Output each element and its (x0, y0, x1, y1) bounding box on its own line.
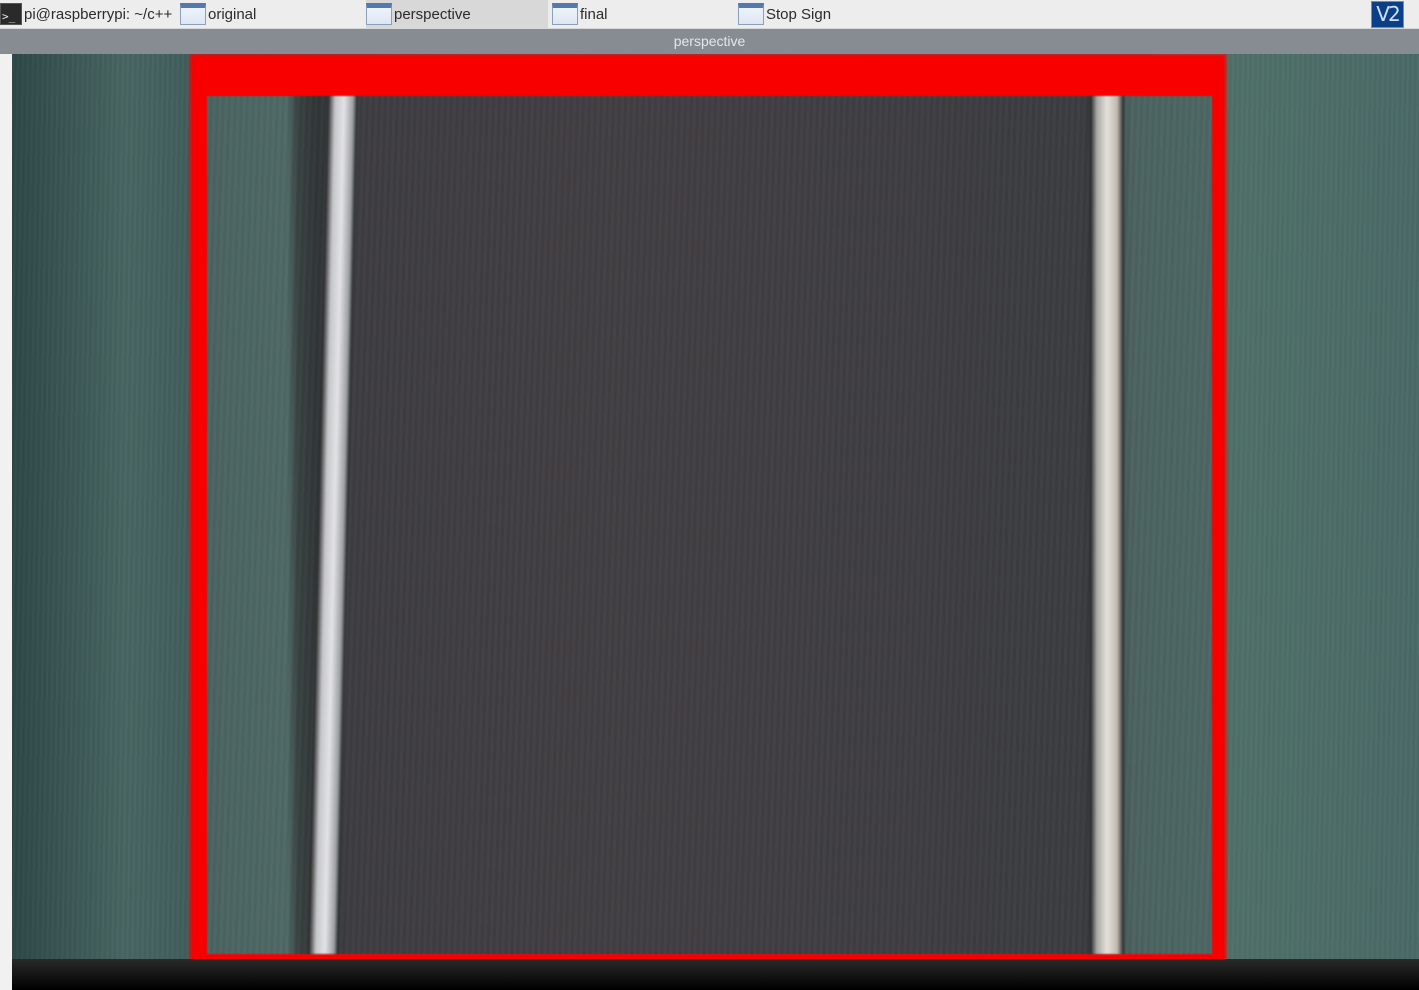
taskbar-item-label: perspective (394, 5, 471, 23)
window-icon (180, 3, 206, 25)
road-surface (207, 96, 1212, 954)
window-icon (738, 3, 764, 25)
taskbar: >_ pi@raspberrypi: ~/c++ original perspe… (0, 0, 1419, 29)
terminal-icon: >_ (0, 3, 22, 25)
right-lane-line (1090, 96, 1124, 954)
window-left-border (0, 54, 12, 990)
window-titlebar[interactable]: perspective (0, 29, 1419, 54)
window-client-area (0, 54, 1419, 990)
taskbar-item-label: Stop Sign (766, 5, 832, 23)
window-title: perspective (673, 33, 746, 49)
bottom-shadow (12, 959, 1419, 990)
taskbar-item-label: pi@raspberrypi: ~/c++ (24, 5, 173, 23)
taskbar-item-final[interactable]: final (552, 0, 734, 28)
vnc-icon[interactable]: V2 (1371, 1, 1404, 28)
window-icon (552, 3, 578, 25)
taskbar-item-perspective[interactable]: perspective (366, 0, 548, 28)
taskbar-item-stop-sign[interactable]: Stop Sign (738, 0, 920, 28)
window-icon (366, 3, 392, 25)
taskbar-item-label: original (208, 5, 257, 23)
taskbar-item-label: final (580, 5, 608, 23)
taskbar-item-terminal[interactable]: >_ pi@raspberrypi: ~/c++ (0, 0, 176, 28)
taskbar-item-original[interactable]: original (180, 0, 362, 28)
